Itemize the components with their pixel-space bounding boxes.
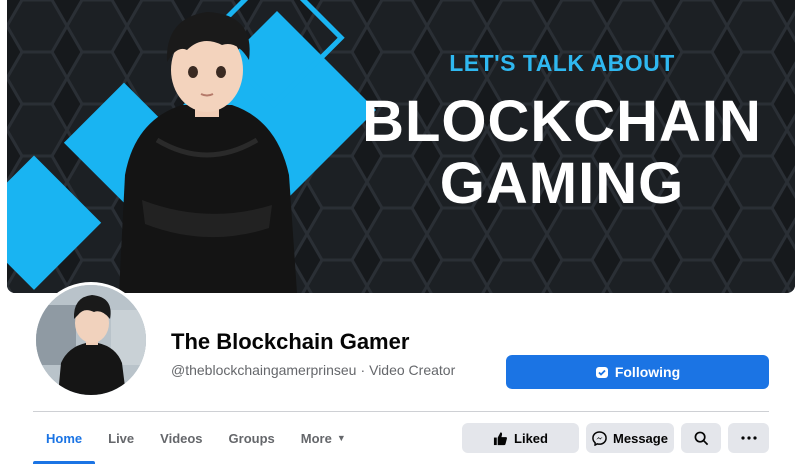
following-button[interactable]: Following	[506, 355, 769, 389]
page-handle: @theblockchaingamerprinseu	[171, 362, 357, 378]
search-icon	[694, 431, 709, 446]
cover-headline: LET'S TALK ABOUT BLOCKCHAIN GAMING	[347, 50, 777, 215]
following-label: Following	[614, 364, 681, 380]
tab-live[interactable]: Live	[95, 412, 147, 464]
cover-photo[interactable]: LET'S TALK ABOUT BLOCKCHAIN GAMING	[7, 0, 795, 293]
cover-headline-line1: BLOCKCHAIN	[362, 89, 762, 154]
tab-groups-label: Groups	[228, 430, 275, 446]
tab-more[interactable]: More ▼	[288, 412, 359, 464]
tab-more-label: More	[300, 430, 332, 446]
tab-videos-label: Videos	[160, 430, 203, 446]
messenger-icon	[592, 430, 607, 446]
message-button[interactable]: Message	[586, 423, 674, 453]
liked-button[interactable]: Liked	[462, 423, 579, 453]
search-button[interactable]	[681, 423, 721, 453]
cover-kicker: LET'S TALK ABOUT	[449, 50, 675, 76]
more-dots-icon	[740, 436, 757, 440]
cover-headline-line2: GAMING	[439, 151, 685, 216]
caret-down-icon: ▼	[336, 433, 346, 443]
page-tabs: Home Live Videos Groups More ▼	[33, 412, 359, 464]
following-check-icon	[595, 365, 609, 379]
tab-home-label: Home	[46, 430, 83, 446]
tab-home[interactable]: Home	[33, 412, 96, 464]
subtitle-separator: ·	[360, 362, 366, 378]
thumbs-up-icon	[493, 431, 508, 446]
tab-groups[interactable]: Groups	[216, 412, 288, 464]
page-category[interactable]: Video Creator	[369, 362, 455, 378]
tab-videos[interactable]: Videos	[147, 412, 215, 464]
tab-live-label: Live	[108, 430, 135, 446]
message-label: Message	[613, 430, 668, 446]
avatar-image	[36, 285, 146, 395]
page-title: The Blockchain Gamer	[171, 329, 410, 354]
profile-avatar[interactable]	[33, 282, 149, 398]
more-options-button[interactable]	[728, 423, 769, 453]
page-subtitle: @theblockchaingamerprinseu · Video Creator	[171, 362, 455, 378]
liked-label: Liked	[514, 430, 548, 446]
facebook-page: LET'S TALK ABOUT BLOCKCHAIN GAMING The B…	[0, 0, 802, 471]
